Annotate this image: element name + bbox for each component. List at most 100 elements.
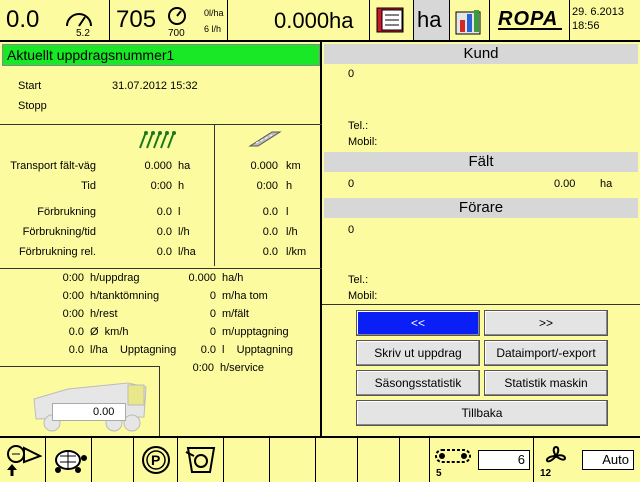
stat-value-2: 0.000 xyxy=(188,272,216,284)
statistics-button[interactable] xyxy=(450,0,490,40)
road-unit: h xyxy=(286,180,293,192)
next-button[interactable]: >> xyxy=(484,310,608,336)
engine-icon xyxy=(168,7,186,25)
row-label: Förbrukning/tid xyxy=(22,226,96,238)
empty-slot-3[interactable] xyxy=(270,438,316,482)
rate-1: 0l/ha xyxy=(204,8,224,18)
kund-header: Kund xyxy=(324,44,638,64)
bottom-control-bar: P 5 6 12 Auto xyxy=(0,436,640,482)
stat-unit: h/tanktömning xyxy=(90,290,160,302)
forare-value: 0 xyxy=(348,224,355,236)
rpm-value: 705 xyxy=(116,6,157,33)
harvester-box: 0.00 xyxy=(0,366,160,436)
svg-text:P: P xyxy=(151,452,160,468)
chain-value-field[interactable]: 6 xyxy=(478,450,530,470)
stat-value-2: 0.0 xyxy=(200,344,216,356)
falt-header: Fält xyxy=(324,152,638,172)
chain-speed-control[interactable]: 5 6 xyxy=(430,438,534,482)
start-label: Start xyxy=(18,80,42,92)
service-unit: h/service xyxy=(220,362,265,374)
season-statistics-button[interactable]: Säsongsstatistik xyxy=(356,370,480,396)
chain-small-value: 5 xyxy=(436,468,442,479)
stat-value: 0.0 xyxy=(68,344,84,356)
hopper-icon xyxy=(185,447,216,473)
previous-button[interactable]: << xyxy=(356,310,480,336)
print-job-button[interactable]: Skriv ut uppdrag xyxy=(356,340,480,366)
machine-statistics-button[interactable]: Statistik maskin xyxy=(484,370,608,396)
truck-value: 0.00 xyxy=(93,406,115,418)
field-unit: l/h xyxy=(178,226,190,238)
chain-icon xyxy=(435,449,471,463)
stat-unit-2: m/upptagning xyxy=(222,326,289,338)
column-divider xyxy=(214,124,215,266)
road-value: 0.0 xyxy=(262,206,278,218)
row-label: Transport fält-väg xyxy=(10,160,96,172)
divider xyxy=(0,268,322,269)
road-value: 0:00 xyxy=(256,180,278,192)
kund-mobil-label: Mobil: xyxy=(348,136,378,148)
empty-slot-6[interactable] xyxy=(400,438,430,482)
empty-slot-4[interactable] xyxy=(316,438,358,482)
empty-slot-5[interactable] xyxy=(358,438,400,482)
divider xyxy=(322,304,640,305)
fan-small-value: 12 xyxy=(540,468,552,479)
job-title: Aktuellt uppdragsnummer1 xyxy=(7,47,175,63)
stat-unit-2: l Upptagning xyxy=(222,344,293,356)
back-button[interactable]: Tillbaka xyxy=(356,400,608,426)
stat-value: 0.0 xyxy=(68,326,84,338)
rpm-cell: 705 700 0l/ha 6 l/h xyxy=(110,0,228,40)
field-unit: h xyxy=(178,180,185,192)
stat-value: 0:00 xyxy=(62,308,84,320)
field-value: 0.0 xyxy=(156,226,172,238)
brand-logo: ROPA xyxy=(498,8,562,30)
road-unit: l xyxy=(286,206,289,218)
time: 18:56 xyxy=(572,20,600,32)
field-value: 0.0 xyxy=(156,246,172,258)
road-mode-icon xyxy=(7,445,42,476)
stop-label: Stopp xyxy=(18,100,47,112)
hopper-button[interactable] xyxy=(178,438,224,482)
stat-unit-2: m/fält xyxy=(222,308,249,320)
falt-area: 0.00 xyxy=(554,178,576,190)
kund-tel-label: Tel.: xyxy=(348,120,369,132)
datetime-cell: 29. 6.2013 18:56 xyxy=(570,0,640,40)
row-label: Tid xyxy=(81,180,96,192)
ha-label: ha xyxy=(417,7,442,32)
field-crop-icon xyxy=(139,131,176,149)
forare-tel-label: Tel.: xyxy=(348,274,369,286)
bar-chart-icon xyxy=(455,10,481,35)
falt-value: 0 xyxy=(348,178,355,190)
start-value: 31.07.2012 15:32 xyxy=(112,80,198,92)
book-button[interactable] xyxy=(370,0,414,40)
details-panel: Kund 0 Tel.: Mobil: Fält 0 0.00 ha Förar… xyxy=(322,42,640,436)
job-title-bar: Aktuellt uppdragsnummer1 xyxy=(2,44,320,66)
field-value: 0:00 xyxy=(150,180,172,192)
stat-value-2: 0 xyxy=(209,290,216,302)
ha-button[interactable]: ha xyxy=(414,0,450,40)
row-label: Förbrukning rel. xyxy=(18,246,96,258)
area-value: 0.000ha xyxy=(274,8,354,33)
rpm-sub-value: 700 xyxy=(168,28,185,39)
stat-value-2: 0 xyxy=(209,326,216,338)
parking-brake-button[interactable]: P xyxy=(134,438,178,482)
kund-value: 0 xyxy=(348,68,355,80)
brand-cell: ROPA xyxy=(490,0,570,40)
empty-slot-2[interactable] xyxy=(224,438,270,482)
data-import-export-button[interactable]: Dataimport/-export xyxy=(484,340,608,366)
turtle-button[interactable] xyxy=(46,438,92,482)
fan-value-field[interactable]: Auto xyxy=(582,450,634,470)
road-icon xyxy=(248,131,282,147)
book-icon xyxy=(376,7,404,33)
stat-value: 0:00 xyxy=(62,290,84,302)
empty-slot-1[interactable] xyxy=(92,438,134,482)
forare-mobil-label: Mobil: xyxy=(348,290,378,302)
divider xyxy=(0,124,322,125)
road-value: 0.0 xyxy=(262,246,278,258)
job-panel: Aktuellt uppdragsnummer1 Start 31.07.201… xyxy=(0,42,322,436)
fan-speed-control[interactable]: 12 Auto xyxy=(534,438,640,482)
row-label: Förbrukning xyxy=(37,206,96,218)
stat-unit-2: m/ha tom xyxy=(222,290,268,302)
fan-icon xyxy=(546,446,566,463)
road-mode-button[interactable] xyxy=(0,438,46,482)
parking-brake-icon: P xyxy=(142,446,170,474)
